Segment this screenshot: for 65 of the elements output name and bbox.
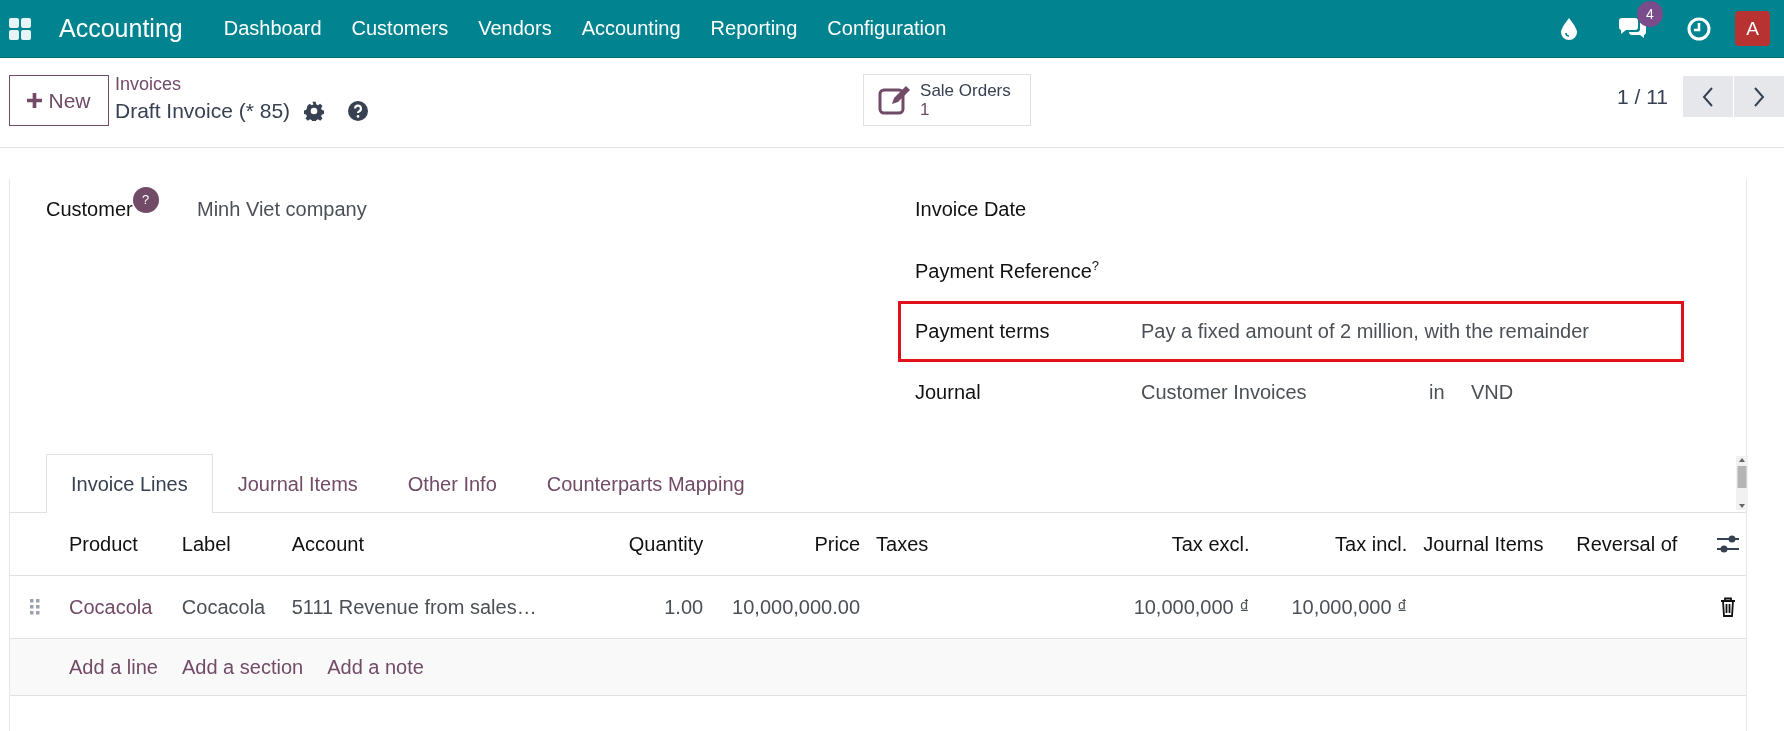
help-badge[interactable]: ? — [132, 186, 159, 213]
menu-item[interactable]: Vendors — [463, 17, 567, 40]
help-mark[interactable]: ? — [1091, 258, 1099, 274]
chevron-left-icon — [1702, 86, 1714, 107]
field-label: Journal — [915, 381, 982, 404]
column-header[interactable]: Product — [60, 532, 174, 556]
drag-handle-icon[interactable] — [30, 599, 41, 615]
field-label: Customer — [46, 198, 133, 221]
sale-orders-button[interactable]: Sale Orders 1 — [863, 73, 1032, 126]
column-header[interactable]: Label — [173, 532, 284, 556]
column-header[interactable]: Account — [283, 532, 571, 556]
column-header[interactable]: Quantity — [570, 532, 712, 556]
add-link[interactable]: Add a line — [69, 655, 158, 679]
table-cell-text: 10,000,000 ₫ — [1290, 595, 1409, 619]
table-cell-text: 10,000,000.00 — [731, 595, 861, 619]
currency-value[interactable]: VND — [1471, 381, 1514, 404]
user-avatar[interactable]: A — [1735, 11, 1770, 46]
message-count-badge: 4 — [1637, 0, 1663, 27]
sliders-icon[interactable] — [1716, 534, 1739, 554]
column-header[interactable]: Tax excl. — [1099, 532, 1258, 556]
pager-counter: 1 / 11 — [1617, 84, 1668, 109]
next-button[interactable] — [1734, 76, 1784, 117]
menu-item[interactable]: Reporting — [695, 17, 813, 40]
droplet-icon[interactable] — [1561, 17, 1577, 40]
menu-item[interactable]: Configuration — [812, 17, 962, 40]
clock-icon[interactable] — [1687, 16, 1711, 41]
add-link[interactable]: Add a note — [327, 655, 424, 679]
table-cell-text: 1.00 — [663, 595, 705, 619]
field-value[interactable]: Pay a fixed amount of 2 million, with the remainder — [1141, 320, 1589, 343]
column-header[interactable]: Tax incl. — [1257, 532, 1416, 556]
column-header[interactable]: Journal Items — [1415, 532, 1569, 556]
new-button[interactable]: New — [9, 75, 109, 126]
product-link[interactable]: Cocacola — [60, 595, 174, 619]
menu-item[interactable]: Dashboard — [208, 17, 337, 40]
tab[interactable]: Journal Items — [212, 455, 383, 513]
field-label: Invoice Date — [915, 198, 1028, 221]
column-header[interactable]: Taxes — [868, 532, 1100, 556]
settings-icon[interactable] — [304, 101, 325, 121]
add-link[interactable]: Add a section — [181, 655, 304, 679]
app-name[interactable]: Accounting — [59, 14, 183, 43]
breadcrumb-link[interactable]: Invoices — [115, 74, 182, 95]
column-header[interactable]: Reversal of — [1568, 532, 1710, 556]
field-joiner: in — [1429, 381, 1446, 404]
tab[interactable]: Counterparts Mapping — [521, 455, 770, 513]
apps-grid-icon[interactable] — [9, 17, 31, 40]
field-value[interactable]: Minh Viet company — [197, 198, 367, 221]
help-icon[interactable] — [348, 101, 369, 121]
field-label: Payment Reference — [915, 259, 1092, 282]
record-title: Draft Invoice (* 85) — [115, 99, 291, 123]
scrollbar[interactable] — [1736, 456, 1748, 510]
trash-icon[interactable] — [1719, 597, 1736, 617]
field-value[interactable]: Customer Invoices — [1141, 381, 1429, 404]
table-cell-text: 5111 Revenue from sales… — [290, 595, 538, 619]
chevron-right-icon — [1753, 86, 1765, 107]
tab[interactable]: Other Info — [382, 455, 522, 513]
field-label: Payment terms — [915, 320, 1051, 343]
tab[interactable]: Invoice Lines — [46, 454, 213, 513]
edit-icon — [878, 84, 913, 115]
plus-icon — [27, 93, 43, 108]
table-cell-text: 10,000,000 ₫ — [1132, 595, 1251, 619]
menu-item[interactable]: Customers — [336, 17, 464, 40]
column-header[interactable]: Price — [711, 532, 868, 556]
table-cell-text: Cocacola — [180, 595, 267, 619]
previous-button[interactable] — [1683, 76, 1733, 117]
menu-item[interactable]: Accounting — [566, 17, 696, 40]
